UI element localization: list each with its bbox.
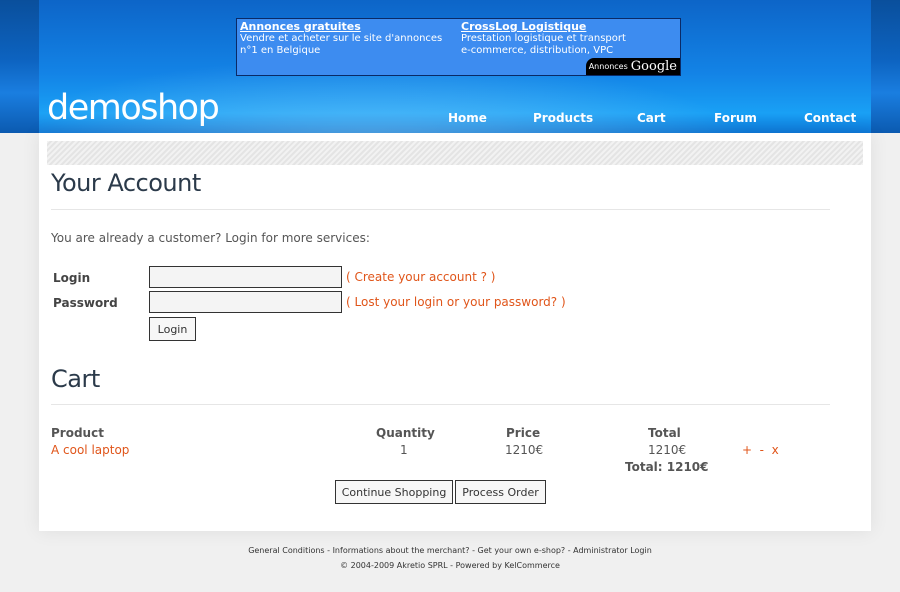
- process-order-button[interactable]: Process Order: [455, 480, 546, 504]
- ad-text: Vendre et acheter sur le site d'annonces: [240, 33, 443, 44]
- ad-text: e-commerce, distribution, VPC: [461, 45, 614, 56]
- ad-item[interactable]: CrossLog Logistique Prestation logistiqu…: [461, 21, 681, 57]
- password-input[interactable]: [149, 291, 342, 313]
- divider: [51, 209, 830, 210]
- paren-open: (: [346, 270, 355, 284]
- lost-password-link-wrap: ( Lost your login or your password? ): [346, 295, 566, 309]
- col-header-product: Product: [51, 426, 104, 440]
- footer-links[interactable]: General Conditions - Informations about …: [0, 546, 900, 555]
- cart-item-quantity: 1: [400, 443, 408, 457]
- col-header-total: Total: [648, 426, 681, 440]
- col-header-price: Price: [506, 426, 541, 440]
- nav-forum[interactable]: Forum: [714, 111, 757, 125]
- create-account-link-wrap: ( Create your account ? ): [346, 270, 495, 284]
- main-content: Your Account You are already a customer?…: [39, 133, 871, 531]
- cart-item-total: 1210€: [648, 443, 687, 457]
- decorative-stripe: [47, 141, 863, 165]
- cart-item-product-link[interactable]: A cool laptop: [51, 443, 129, 457]
- cart-item-price: 1210€: [505, 443, 544, 457]
- nav-products[interactable]: Products: [533, 111, 593, 125]
- create-account-link[interactable]: Create your account ?: [355, 270, 487, 284]
- login-button[interactable]: Login: [149, 317, 196, 341]
- main-nav: Home Products Cart Forum Contact: [0, 111, 900, 129]
- paren-close: ): [486, 270, 496, 284]
- login-input[interactable]: [149, 266, 342, 288]
- ad-title-link[interactable]: CrossLog Logistique: [461, 21, 681, 33]
- password-label: Password: [53, 296, 118, 310]
- paren-close: ): [557, 295, 566, 309]
- continue-shopping-button[interactable]: Continue Shopping: [335, 480, 453, 504]
- cart-item-actions[interactable]: + - x: [742, 443, 779, 457]
- footer-copyright: © 2004-2009 Akretio SPRL - Powered by Ke…: [340, 561, 560, 570]
- cart-grand-total: Total: 1210€: [625, 460, 709, 474]
- login-intro: You are already a customer? Login for mo…: [51, 231, 370, 245]
- ad-item[interactable]: Annonces gratuites Vendre et acheter sur…: [240, 21, 460, 57]
- divider: [51, 404, 830, 405]
- nav-home[interactable]: Home: [448, 111, 487, 125]
- ad-title-link[interactable]: Annonces gratuites: [240, 21, 460, 33]
- google-ads-badge[interactable]: Annonces Google: [586, 58, 680, 75]
- ad-text: Prestation logistique et transport: [461, 33, 626, 44]
- col-header-quantity: Quantity: [376, 426, 435, 440]
- nav-contact[interactable]: Contact: [804, 111, 856, 125]
- google-ads-box: Annonces gratuites Vendre et acheter sur…: [236, 18, 681, 76]
- lost-password-link[interactable]: Lost your login or your password?: [355, 295, 558, 309]
- nav-cart[interactable]: Cart: [637, 111, 666, 125]
- cart-title: Cart: [51, 365, 100, 393]
- paren-open: (: [346, 295, 355, 309]
- page-title: Your Account: [51, 169, 201, 197]
- ads-label: Annonces: [588, 62, 628, 71]
- google-logo: Google: [630, 59, 677, 74]
- login-label: Login: [53, 271, 91, 285]
- ad-text: n°1 en Belgique: [240, 45, 321, 56]
